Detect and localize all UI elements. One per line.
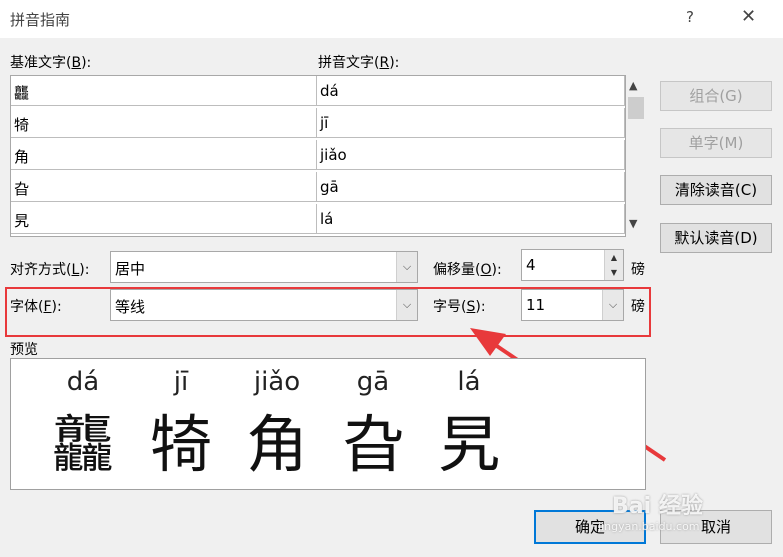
pinyin-text-cell[interactable]: gā (317, 172, 625, 202)
preview-char: 龘 (51, 408, 114, 481)
offset-spinner[interactable]: 4 ▲ ▼ (521, 249, 624, 281)
chevron-down-icon[interactable]: ⌵ (396, 252, 417, 282)
scroll-thumb[interactable] (628, 97, 644, 119)
alignment-dropdown[interactable]: 居中 ⌵ (110, 251, 418, 283)
preview-pinyin: gā (356, 367, 390, 397)
title-bar (0, 0, 783, 38)
pinyin-text-cell[interactable]: dá (317, 76, 625, 106)
grid-scrollbar[interactable]: ▲ ▼ (626, 75, 645, 235)
base-text-cell[interactable]: 龘 (11, 76, 317, 106)
preview-pinyin: jī (173, 367, 189, 397)
preview-char: 旮 (341, 408, 404, 481)
preview-pinyin: lá (457, 367, 481, 397)
watermark-url: jingyan.baidu.com (598, 520, 700, 533)
spin-up-icon[interactable]: ▲ (605, 250, 623, 265)
clear-reading-button[interactable]: 清除读音(C) (660, 175, 772, 205)
single-char-button[interactable]: 单字(M) (660, 128, 772, 158)
pinyin-grid: 龘 dá 犄 jī 角 jiǎo 旮 gā 旯 lá (10, 75, 626, 237)
preview-panel: dá 龘 jī 犄 jiǎo 角 gā 旮 lá 旯 (10, 358, 646, 490)
alignment-label: 对齐方式(L): (10, 262, 90, 278)
offset-unit: 磅 (631, 262, 645, 278)
preview-char: 角 (245, 408, 308, 481)
close-icon[interactable]: ✕ (741, 6, 756, 27)
pinyin-text-cell[interactable]: jī (317, 108, 625, 138)
pinyin-text-cell[interactable]: jiǎo (317, 140, 625, 170)
scroll-up-icon[interactable]: ▲ (629, 79, 637, 92)
preview-pinyin: dá (66, 367, 100, 397)
pinyin-text-header: 拼音文字(R): (318, 55, 400, 71)
offset-spin-buttons[interactable]: ▲ ▼ (604, 250, 623, 280)
watermark-brand: Bai 经验 (612, 494, 703, 519)
preview-char: 犄 (149, 408, 212, 481)
base-text-header: 基准文字(B): (10, 55, 92, 71)
offset-value[interactable]: 4 (526, 256, 536, 274)
preview-label: 预览 (10, 342, 38, 358)
offset-label: 偏移量(O): (433, 262, 502, 278)
default-reading-button[interactable]: 默认读音(D) (660, 223, 772, 253)
base-text-cell[interactable]: 旯 (11, 204, 317, 234)
help-button[interactable]: ? (686, 8, 694, 26)
preview-pinyin: jiǎo (253, 367, 301, 397)
scroll-down-icon[interactable]: ▼ (629, 217, 637, 230)
base-text-cell[interactable]: 旮 (11, 172, 317, 202)
preview-char: 旯 (437, 408, 500, 481)
base-text-cell[interactable]: 犄 (11, 108, 317, 138)
spin-down-icon[interactable]: ▼ (605, 265, 623, 280)
combine-button[interactable]: 组合(G) (660, 81, 772, 111)
base-text-cell[interactable]: 角 (11, 140, 317, 170)
pinyin-text-cell[interactable]: lá (317, 204, 625, 234)
alignment-value: 居中 (115, 260, 146, 278)
dialog-title: 拼音指南 (10, 11, 71, 29)
